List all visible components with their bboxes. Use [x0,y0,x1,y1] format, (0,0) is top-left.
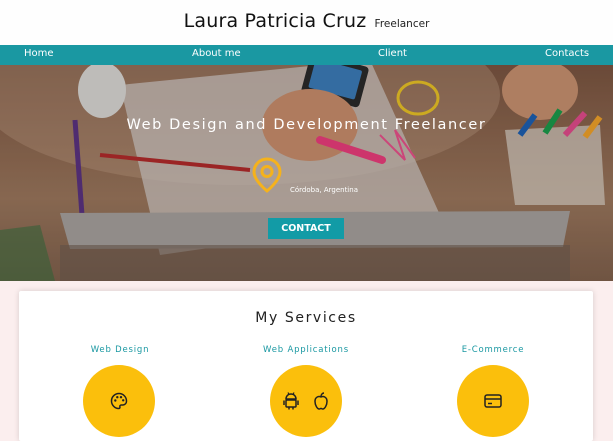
hero-background-image [0,65,613,281]
service-label-e-commerce: E-Commerce [461,345,525,355]
brand: Laura Patricia Cruz Freelancer [0,10,613,32]
services-title: My Services [255,310,357,326]
nav-about-me[interactable]: About me [192,48,241,59]
service-web-design[interactable] [83,365,155,437]
contact-button[interactable]: CONTACT [268,218,344,239]
service-label-web-applications: Web Applications [263,345,349,355]
hero-banner: Web Design and Development Freelancer Có… [0,65,613,281]
brand-subtitle: Freelancer [374,18,430,30]
services-card: My Services Web Design Web Applications [19,291,593,441]
service-e-commerce[interactable] [457,365,529,437]
nav-home[interactable]: Home [24,48,54,59]
nav-client[interactable]: Client [378,48,407,59]
hero-location: Córdoba, Argentina [290,186,358,194]
location-pin-icon [252,157,282,197]
brand-name: Laura Patricia Cruz [183,10,367,32]
service-web-applications[interactable] [270,365,342,437]
hero-title: Web Design and Development Freelancer [126,117,487,133]
site-header: Laura Patricia Cruz Freelancer [0,0,613,45]
service-label-web-design: Web Design [90,345,150,355]
main-nav: Home About me Client Contacts [0,45,613,65]
nav-contacts[interactable]: Contacts [545,48,589,59]
